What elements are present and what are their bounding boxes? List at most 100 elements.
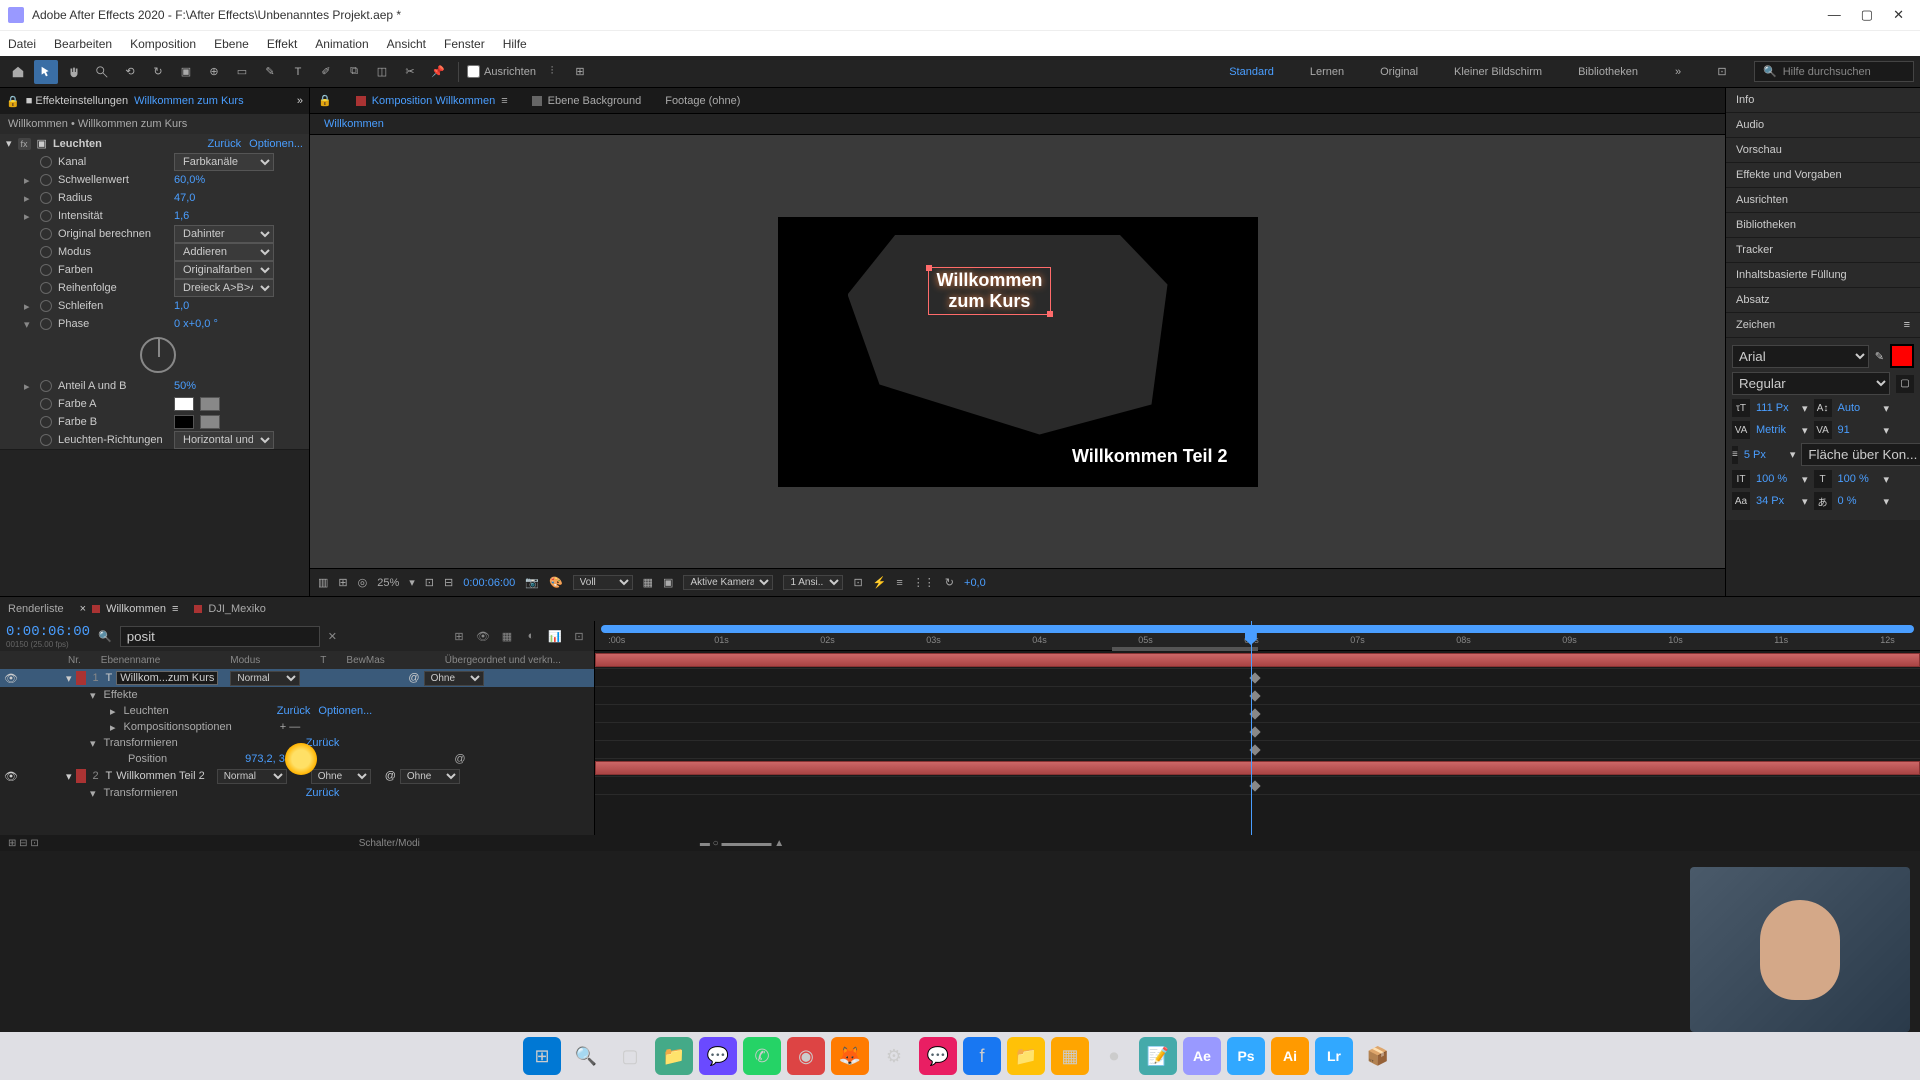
- taskbar-aftereffects[interactable]: Ae: [1183, 1037, 1221, 1075]
- lock-icon[interactable]: 🔒: [318, 94, 332, 107]
- twirl-icon[interactable]: ▾: [66, 770, 72, 783]
- original-select[interactable]: Dahinter: [174, 225, 274, 243]
- panel-info[interactable]: Info: [1726, 88, 1920, 113]
- menu-ansicht[interactable]: Ansicht: [387, 37, 426, 51]
- flowchart-icon[interactable]: ⋮⋮: [913, 576, 935, 589]
- time-ruler[interactable]: :00s 01s 02s 03s 04s 05s 06s 07s 08s 09s…: [595, 621, 1920, 651]
- twirl-icon[interactable]: ▸: [110, 705, 116, 718]
- font-style-select[interactable]: Regular: [1732, 372, 1890, 395]
- menu-ebene[interactable]: Ebene: [214, 37, 249, 51]
- workspace-overflow-icon[interactable]: »: [1666, 60, 1690, 84]
- parent-select-2[interactable]: Ohne: [400, 769, 460, 784]
- rotate-tool[interactable]: ↻: [146, 60, 170, 84]
- twirl-icon[interactable]: ▾: [90, 689, 96, 702]
- stopwatch-icon[interactable]: [40, 264, 52, 276]
- tracking-value[interactable]: 91: [1838, 424, 1878, 436]
- panel-fuellung[interactable]: Inhaltsbasierte Füllung: [1726, 263, 1920, 288]
- font-select[interactable]: Arial: [1732, 345, 1869, 368]
- eyedropper-icon[interactable]: [200, 415, 220, 429]
- camera-select[interactable]: Aktive Kamera: [683, 575, 773, 590]
- trkmat-select-2[interactable]: Ohne: [311, 769, 371, 784]
- taskbar-teams[interactable]: 💬: [699, 1037, 737, 1075]
- roto-tool[interactable]: ✂: [398, 60, 422, 84]
- orbit-tool[interactable]: ⟲: [118, 60, 142, 84]
- res-icon[interactable]: ⊡: [425, 576, 434, 589]
- timeline-search[interactable]: [120, 626, 320, 647]
- layer-bar-2[interactable]: [595, 761, 1920, 775]
- zoom-slider[interactable]: ▬ ○ ▬▬▬▬▬ ▲: [700, 838, 784, 849]
- stopwatch-icon[interactable]: [40, 300, 52, 312]
- menu-komposition[interactable]: Komposition: [130, 37, 196, 51]
- menu-fenster[interactable]: Fenster: [444, 37, 485, 51]
- stopwatch-icon[interactable]: [40, 434, 52, 446]
- pixel-aspect-icon[interactable]: ⊡: [853, 576, 862, 589]
- parent-select-1[interactable]: Ohne: [424, 671, 484, 686]
- stopwatch-icon[interactable]: [40, 210, 52, 222]
- clear-search-icon[interactable]: ✕: [328, 630, 337, 643]
- shape-tool[interactable]: ▭: [230, 60, 254, 84]
- current-time[interactable]: 0:00:06:00: [6, 624, 90, 640]
- stopwatch-icon[interactable]: [40, 192, 52, 204]
- schleifen-value[interactable]: 1,0: [174, 300, 189, 312]
- eraser-tool[interactable]: ◫: [370, 60, 394, 84]
- panel-menu-icon[interactable]: ≡: [1904, 319, 1910, 331]
- kanal-select[interactable]: Farbkanäle: [174, 153, 274, 171]
- panel-ausrichten[interactable]: Ausrichten: [1726, 188, 1920, 213]
- brainstorm-icon[interactable]: ⊡: [570, 627, 588, 645]
- parent-pickwhip-icon[interactable]: @: [385, 770, 396, 782]
- close-button[interactable]: ✕: [1893, 7, 1904, 23]
- pen-tool[interactable]: ✎: [258, 60, 282, 84]
- twirl-icon[interactable]: ▾: [90, 787, 96, 800]
- twirl-icon[interactable]: ▾: [6, 137, 12, 150]
- anteil-value[interactable]: 50%: [174, 380, 196, 392]
- tsume-value[interactable]: 0 %: [1838, 495, 1878, 507]
- richtungen-select[interactable]: Horizontal und verti: [174, 431, 274, 449]
- schwellenwert-value[interactable]: 60,0%: [174, 174, 205, 186]
- kerning-value[interactable]: Metrik: [1756, 424, 1796, 436]
- layer-name-2[interactable]: Willkommen Teil 2: [116, 770, 204, 782]
- preview-time[interactable]: 0:00:06:00: [463, 577, 515, 589]
- viewer-tab-komposition[interactable]: Komposition Willkommen ≡: [356, 95, 508, 107]
- viewer-breadcrumb[interactable]: Willkommen: [324, 118, 384, 130]
- twirl-icon[interactable]: ▾: [66, 672, 72, 685]
- options-link[interactable]: Optionen...: [318, 705, 372, 717]
- start-button[interactable]: ⊞: [523, 1037, 561, 1075]
- taskbar-explorer[interactable]: 📁: [655, 1037, 693, 1075]
- minimize-button[interactable]: —: [1828, 7, 1841, 23]
- workspace-original[interactable]: Original: [1372, 62, 1426, 82]
- stopwatch-icon[interactable]: [40, 246, 52, 258]
- workspace-lernen[interactable]: Lernen: [1302, 62, 1352, 82]
- options-link[interactable]: Optionen...: [249, 138, 303, 150]
- workspace-reset-icon[interactable]: ⊡: [1710, 60, 1734, 84]
- parent-pickwhip-icon[interactable]: @: [408, 672, 419, 684]
- home-button[interactable]: [6, 60, 30, 84]
- phase-dial[interactable]: [140, 337, 176, 373]
- guides-icon[interactable]: ◎: [358, 576, 368, 589]
- panel-absatz[interactable]: Absatz: [1726, 288, 1920, 313]
- farben-select[interactable]: Originalfarben: [174, 261, 274, 279]
- zoom-tool[interactable]: [90, 60, 114, 84]
- eyedropper-icon[interactable]: ✎: [1875, 350, 1884, 363]
- taskbar-app1[interactable]: ◉: [787, 1037, 825, 1075]
- reset-link[interactable]: Zurück: [208, 138, 242, 150]
- timeline-tab-willkommen[interactable]: × Willkommen ≡: [80, 603, 179, 615]
- panel-audio[interactable]: Audio: [1726, 113, 1920, 138]
- twirl-icon[interactable]: ▸: [110, 721, 116, 734]
- panel-vorschau[interactable]: Vorschau: [1726, 138, 1920, 163]
- mode-select-2[interactable]: Normal: [217, 769, 287, 784]
- reset-link[interactable]: Zurück: [277, 705, 311, 717]
- stopwatch-icon[interactable]: [40, 174, 52, 186]
- taskbar-facebook[interactable]: f: [963, 1037, 1001, 1075]
- transparency-icon[interactable]: ▦: [643, 576, 653, 589]
- graph-editor-icon[interactable]: 📊: [546, 627, 564, 645]
- layer-color-chip[interactable]: [76, 671, 86, 685]
- resolution-select[interactable]: Voll: [573, 575, 633, 590]
- menu-hilfe[interactable]: Hilfe: [503, 37, 527, 51]
- menu-datei[interactable]: Datei: [8, 37, 36, 51]
- menu-effekt[interactable]: Effekt: [267, 37, 297, 51]
- taskbar-folder[interactable]: 📁: [1007, 1037, 1045, 1075]
- viewer-tab-footage[interactable]: Footage (ohne): [665, 95, 740, 107]
- composition-preview[interactable]: Willkommenzum Kurs Willkommen Teil 2: [778, 217, 1258, 487]
- motion-blur-icon[interactable]: ◐: [522, 627, 540, 645]
- expression-pickwhip-icon[interactable]: @: [454, 753, 465, 765]
